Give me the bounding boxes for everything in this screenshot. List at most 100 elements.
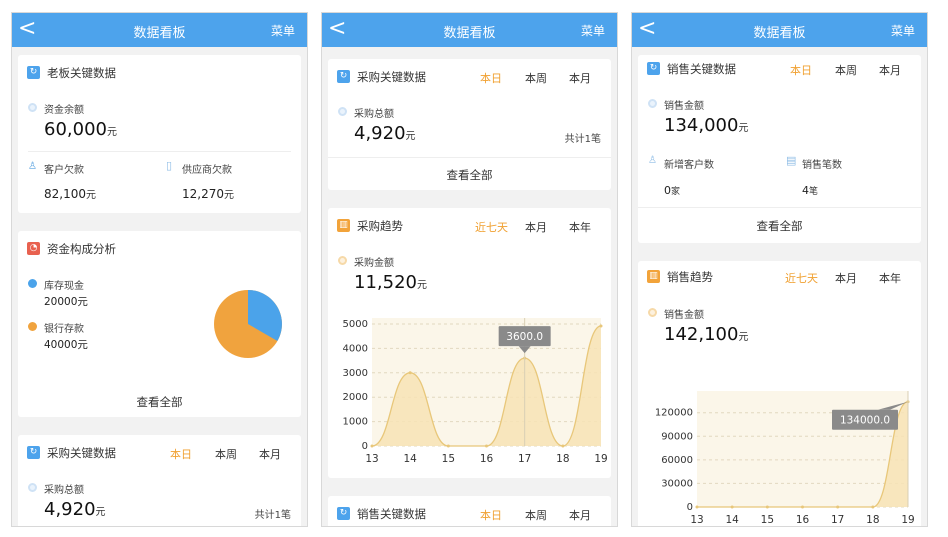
refresh-icon: ↻: [27, 66, 40, 79]
y-tick-label: 90000: [661, 431, 693, 442]
x-tick-label: 14: [403, 453, 417, 465]
tab-year[interactable]: 本年: [569, 219, 591, 235]
supplier-debt-label: 供应商欠款: [182, 165, 232, 176]
data-point: [801, 505, 804, 509]
coin-icon: [28, 483, 37, 492]
tooltip-label: 134000.0: [840, 415, 890, 427]
data-point: [765, 505, 769, 509]
coin-icon: [338, 256, 347, 265]
y-tick-label: 0: [687, 502, 693, 513]
view-all-link[interactable]: 查看全部: [18, 394, 301, 410]
x-tick-label: 13: [690, 514, 703, 526]
person-icon: ♙: [28, 161, 37, 172]
coin-icon: [338, 107, 347, 116]
tab-week[interactable]: 本周: [835, 62, 857, 78]
refresh-icon: ↻: [647, 62, 660, 75]
x-tick-label: 19: [594, 453, 607, 465]
tab-month[interactable]: 本月: [569, 507, 591, 523]
tab-month[interactable]: 本月: [569, 70, 591, 86]
cash-balance-value: 60,000元: [44, 119, 117, 140]
app-header: < 数据看板 菜单: [12, 13, 307, 47]
data-point: [871, 505, 875, 509]
legend-dot-bank: [28, 322, 37, 331]
tab-week[interactable]: 本周: [215, 446, 237, 462]
view-all-link[interactable]: 查看全部: [328, 167, 611, 183]
data-point: [695, 505, 699, 509]
purchase-amount-value: 11,520元: [354, 272, 427, 293]
menu-button[interactable]: 菜单: [271, 22, 295, 39]
cash-balance-label: 资金余额: [44, 105, 84, 116]
plot-area: [697, 391, 908, 507]
panel-boss-dashboard: < 数据看板 菜单 ↻ 老板关键数据 资金余额 60,000元 ♙ 客户欠款 8…: [11, 12, 308, 527]
app-header: < 数据看板 菜单: [322, 13, 617, 47]
tab-today[interactable]: 本日: [170, 446, 192, 462]
menu-button[interactable]: 菜单: [581, 22, 605, 39]
y-tick-label: 30000: [661, 478, 693, 489]
purchase-count: 共计1笔: [254, 510, 291, 521]
tab-last-7-days[interactable]: 近七天: [785, 270, 818, 286]
refresh-icon: ↻: [337, 507, 350, 520]
x-tick-label: 19: [901, 514, 914, 526]
card-title: 老板关键数据: [47, 66, 116, 80]
tab-last-7-days[interactable]: 近七天: [475, 219, 508, 235]
data-point: [561, 444, 565, 448]
sales-amount-value: 134,000元: [664, 115, 749, 136]
chart-icon: ▥: [337, 219, 350, 232]
boss-key-data-card: ↻ 老板关键数据 资金余额 60,000元 ♙ 客户欠款 82,100元 ▯ 供…: [18, 55, 301, 213]
document-icon: ▤: [786, 154, 797, 167]
y-tick-label: 2000: [343, 392, 368, 403]
tab-month[interactable]: 本月: [879, 62, 901, 78]
y-tick-label: 3000: [343, 368, 368, 379]
tab-week[interactable]: 本周: [525, 70, 547, 86]
data-point: [836, 505, 840, 509]
card-title: 销售趋势: [667, 270, 713, 284]
data-point: [730, 505, 734, 509]
x-tick-label: 16: [796, 514, 810, 526]
coin-icon: [28, 103, 37, 112]
divider: [328, 157, 611, 158]
tab-month[interactable]: 本月: [525, 219, 547, 235]
x-tick-label: 18: [866, 514, 879, 526]
capital-structure-card: ◔ 资金构成分析 库存现金 20000元 银行存款 40000元 查看全部: [18, 231, 301, 417]
tab-today[interactable]: 本日: [480, 70, 502, 86]
y-tick-label: 1000: [343, 417, 368, 428]
menu-button[interactable]: 菜单: [891, 22, 915, 39]
card-title: 采购关键数据: [357, 70, 426, 84]
refresh-icon: ↻: [27, 446, 40, 459]
card-title: 采购关键数据: [47, 446, 116, 460]
purchase-total-value: 4,920元: [354, 123, 416, 144]
tab-month[interactable]: 本月: [835, 270, 857, 286]
panel-purchase-dashboard: < 数据看板 菜单 ↻ 采购关键数据 本日 本周 本月 采购总额 4,920元 …: [321, 12, 618, 527]
new-customer-icon: ♙: [648, 155, 657, 166]
page-title: 数据看板: [443, 26, 496, 41]
tab-year[interactable]: 本年: [879, 270, 901, 286]
sales-key-data-card: ↻ 销售关键数据 本日 本周 本月: [328, 496, 611, 526]
divider: [28, 151, 291, 152]
divider: [638, 207, 921, 208]
page-title: 数据看板: [753, 26, 806, 41]
customer-debt-value: 82,100元: [44, 187, 96, 201]
purchase-total-label: 采购总额: [44, 485, 84, 496]
sales-amount-label: 销售金额: [664, 101, 704, 112]
tab-today[interactable]: 本日: [790, 62, 812, 78]
card-title: 资金构成分析: [47, 242, 116, 256]
data-point: [408, 371, 412, 375]
tooltip-label: 3600.0: [506, 331, 543, 343]
purchase-key-data-card: ↻ 采购关键数据 本日 本周 本月 采购总额 4,920元 共计1笔 查看全部: [328, 59, 611, 190]
view-all-link[interactable]: 查看全部: [638, 218, 921, 234]
tab-today[interactable]: 本日: [480, 507, 502, 523]
x-tick-label: 15: [761, 514, 774, 526]
x-tick-label: 18: [556, 453, 569, 465]
legend-bank-label: 银行存款: [44, 324, 84, 335]
analysis-icon: ◔: [27, 242, 40, 255]
panel-sales-dashboard: < 数据看板 菜单 ↻ 销售关键数据 本日 本周 本月 销售金额 134,000…: [631, 12, 928, 527]
y-tick-label: 5000: [343, 319, 368, 330]
y-tick-label: 60000: [661, 455, 693, 466]
tab-month[interactable]: 本月: [259, 446, 281, 462]
tab-week[interactable]: 本周: [525, 507, 547, 523]
legend-cash-value: 20000元: [44, 296, 88, 308]
new-customers-label: 新增客户数: [664, 160, 714, 171]
legend-cash-label: 库存现金: [44, 281, 84, 292]
new-customers-value: 0家: [664, 184, 681, 197]
legend-bank-value: 40000元: [44, 339, 88, 351]
